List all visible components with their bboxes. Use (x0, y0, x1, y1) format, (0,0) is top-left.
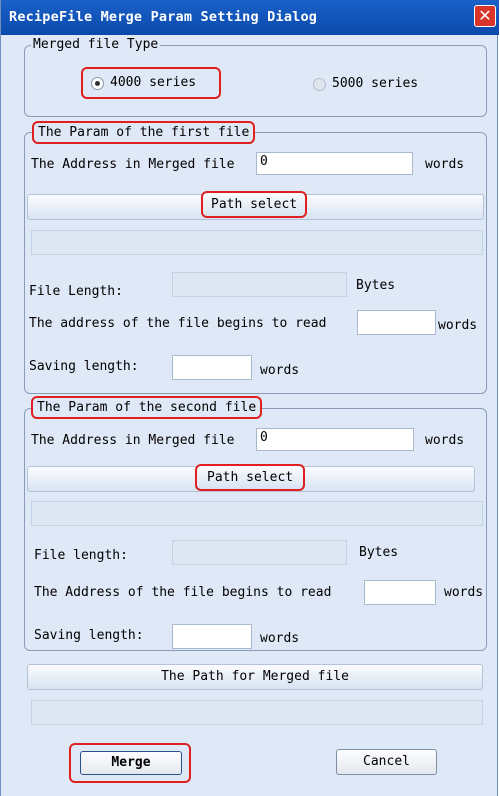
second-saving-input[interactable] (172, 624, 252, 649)
second-saving-unit: words (260, 631, 300, 646)
merge-param-dialog: RecipeFile Merge Param Setting Dialog ✕ … (0, 0, 499, 796)
first-saving-label: Saving length: (29, 359, 139, 374)
first-address-unit: words (425, 157, 465, 172)
second-file-legend: The Param of the second file (30, 396, 263, 419)
first-length-field[interactable] (172, 272, 347, 297)
first-length-label: File Length: (29, 284, 123, 299)
first-begin-unit: words (438, 318, 478, 333)
cancel-button[interactable]: Cancel (336, 749, 437, 775)
second-saving-label: Saving length: (34, 628, 144, 643)
window-title: RecipeFile Merge Param Setting Dialog (9, 9, 318, 25)
second-length-field[interactable] (172, 540, 347, 565)
title-bar[interactable]: RecipeFile Merge Param Setting Dialog ✕ (1, 0, 499, 35)
second-address-label: The Address in Merged file (31, 433, 235, 448)
second-length-label: File length: (34, 548, 128, 563)
first-begin-input[interactable] (357, 310, 436, 335)
second-address-unit: words (425, 433, 465, 448)
option-4000-label[interactable]: 4000 series (110, 75, 196, 90)
merge-button[interactable]: Merge (80, 751, 182, 775)
file-type-legend: Merged file Type (31, 37, 161, 52)
second-length-unit: Bytes (359, 545, 399, 560)
first-address-input[interactable]: 0 (256, 152, 413, 175)
first-begin-label: The address of the file begins to read (29, 316, 327, 331)
first-saving-input[interactable] (172, 355, 252, 380)
first-file-legend: The Param of the first file (31, 121, 256, 144)
option-5000-label[interactable]: 5000 series (332, 76, 418, 91)
first-path-field[interactable] (31, 230, 483, 255)
second-path-field[interactable] (31, 501, 483, 526)
second-begin-input[interactable] (364, 580, 436, 605)
first-length-unit: Bytes (356, 278, 396, 293)
second-begin-unit: words (444, 585, 484, 600)
first-path-select-label[interactable]: Path select (200, 191, 308, 218)
first-saving-unit: words (260, 363, 300, 378)
second-address-input[interactable]: 0 (256, 428, 414, 451)
second-begin-label: The Address of the file begins to read (34, 585, 332, 600)
second-path-select-label[interactable]: Path select (194, 464, 306, 491)
close-icon[interactable]: ✕ (474, 5, 496, 27)
radio-4000-series[interactable] (91, 77, 104, 90)
radio-5000-series[interactable] (313, 78, 326, 91)
merged-path-button[interactable]: The Path for Merged file (27, 664, 483, 690)
merged-path-field[interactable] (31, 700, 483, 725)
first-address-label: The Address in Merged file (31, 157, 235, 172)
